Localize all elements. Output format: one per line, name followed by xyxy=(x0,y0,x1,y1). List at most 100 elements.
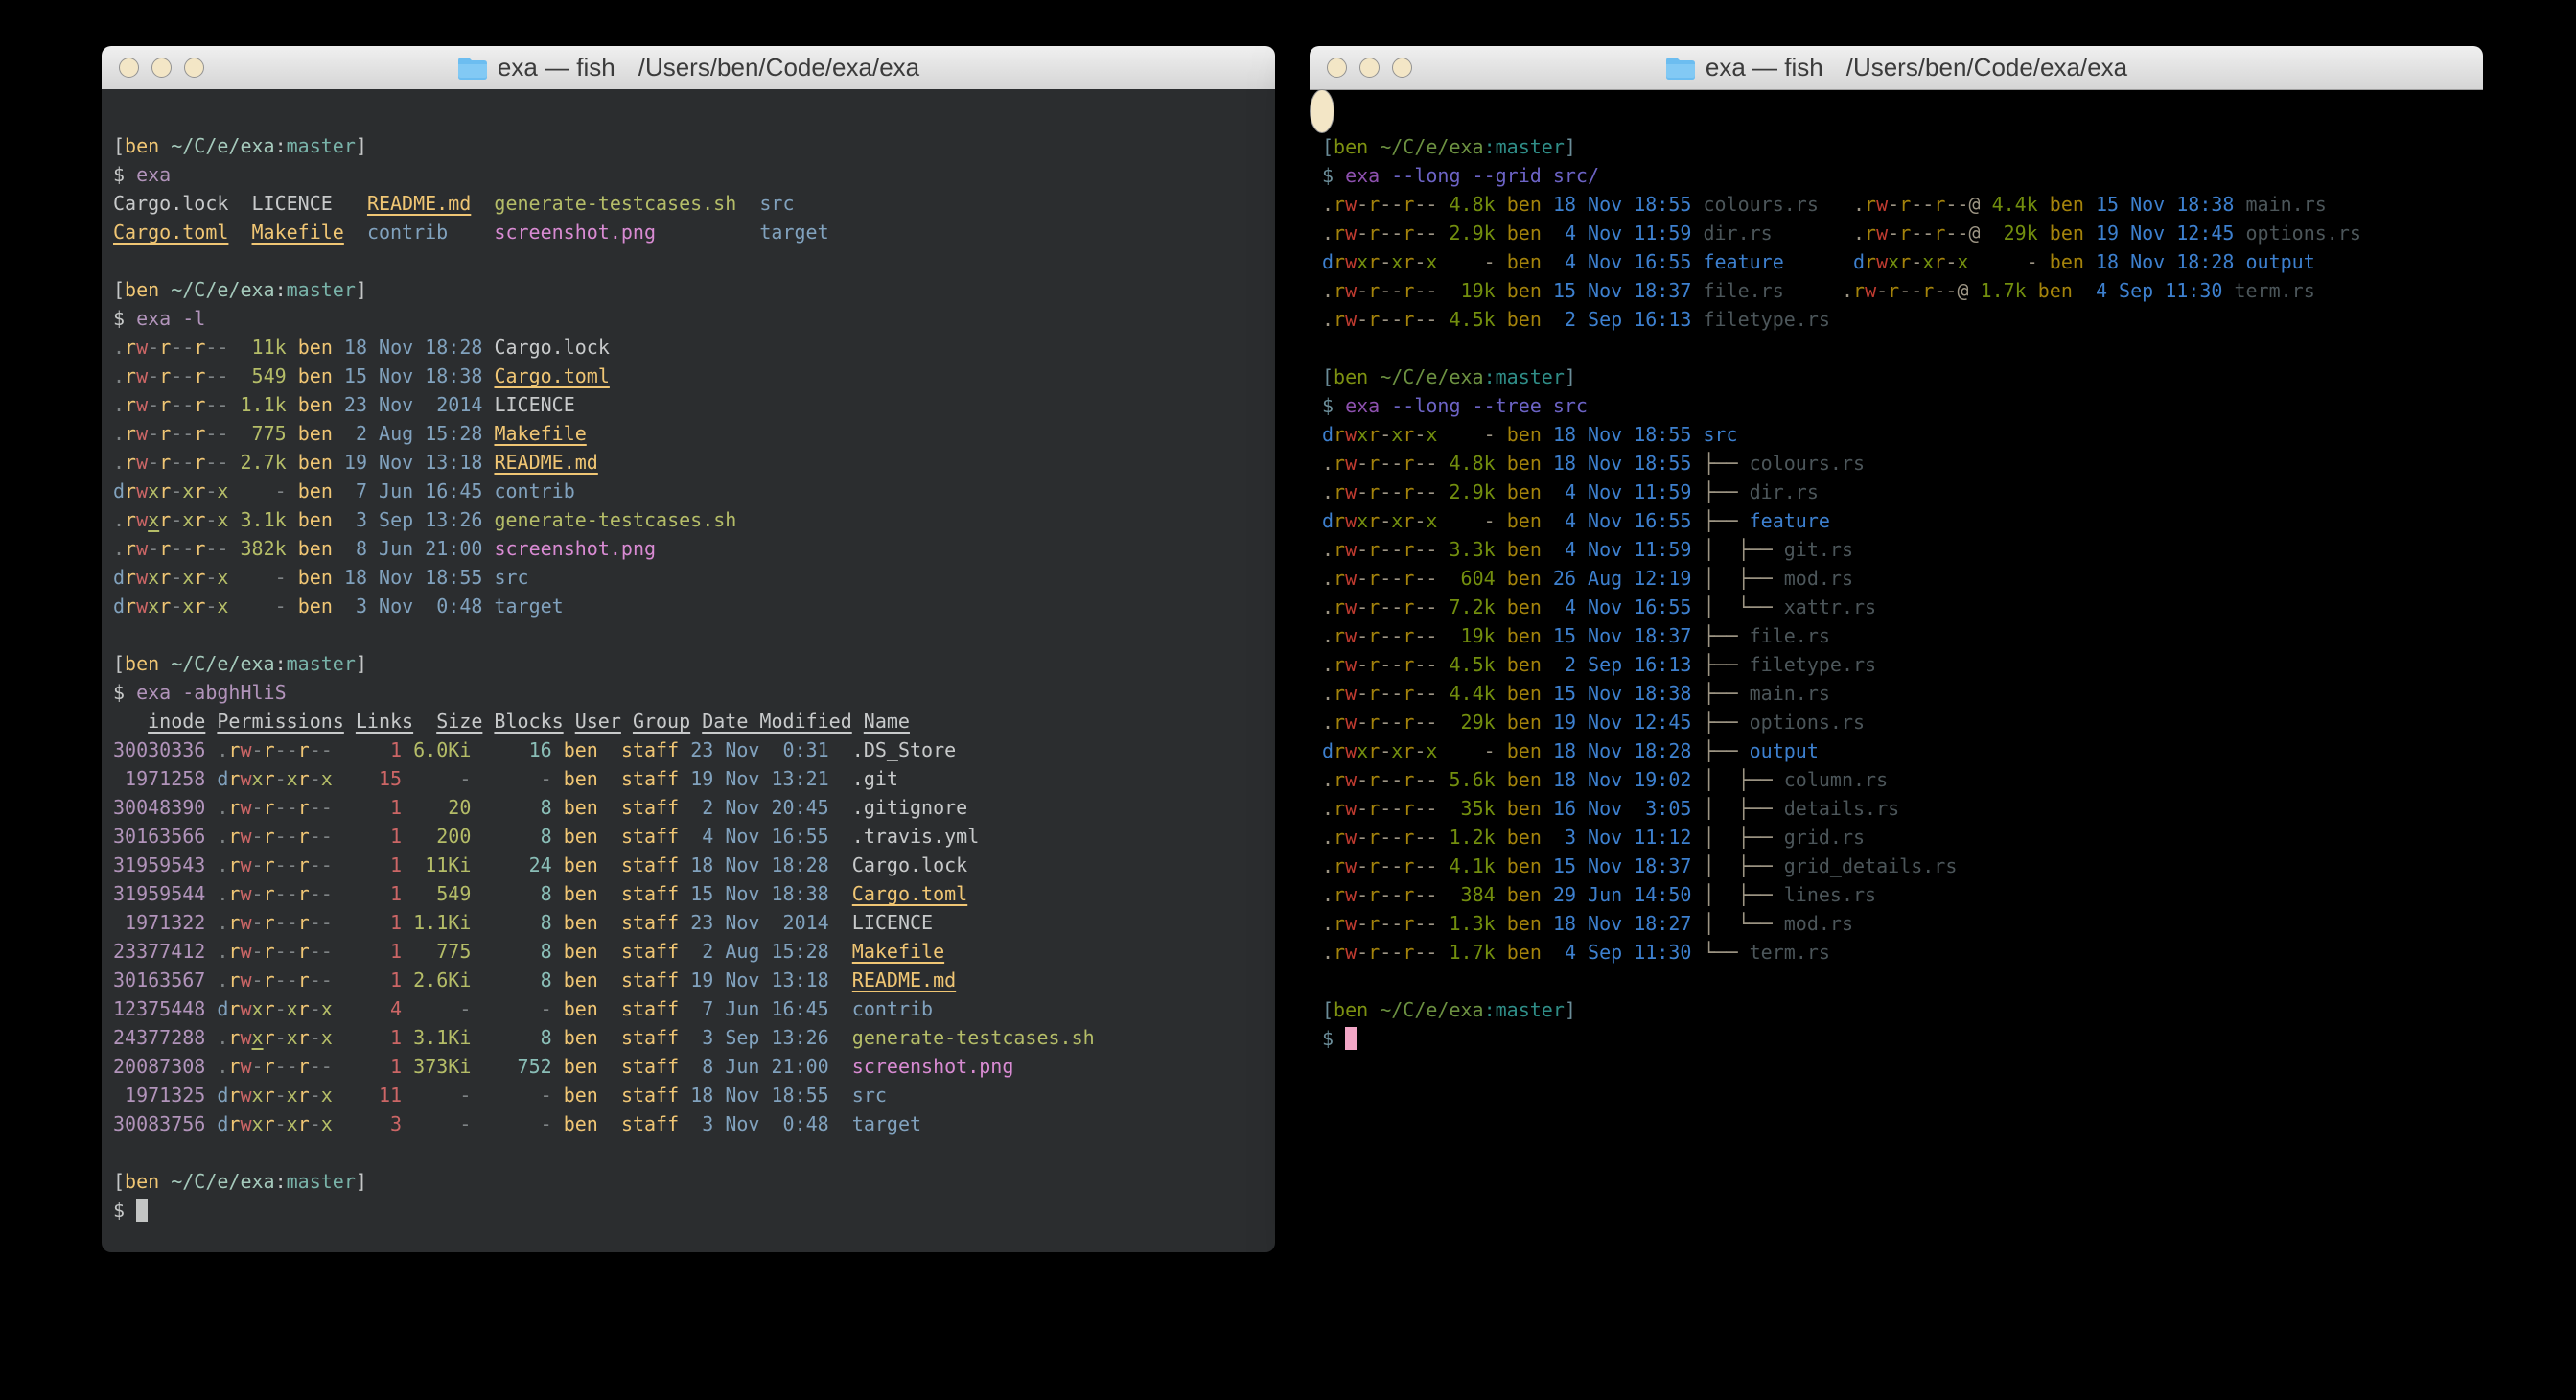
text-segment: ben xyxy=(564,882,598,905)
text-segment: 4 Nov 16:55 xyxy=(1553,509,1692,532)
permission-char: r xyxy=(194,393,205,416)
permission-char: r xyxy=(1899,193,1911,216)
permission-char: r xyxy=(1403,912,1414,935)
terminal-line: [ben ~/C/e/exa:master] xyxy=(113,275,1264,304)
text-segment: 3 Nov 11:12 xyxy=(1553,826,1692,849)
permission-char: - xyxy=(1911,222,1922,245)
text-segment xyxy=(1368,998,1380,1021)
permission-char: r xyxy=(1334,797,1345,820)
permission-char: w xyxy=(1345,653,1357,676)
permission-char: w xyxy=(240,997,251,1020)
minimize-button[interactable] xyxy=(1359,58,1380,78)
terminal-line: 30163566 .rw-r--r-- 1 200 8 ben staff 4 … xyxy=(113,822,1264,851)
text-segment: └── xyxy=(1703,941,1749,964)
terminal-line: .rwxr-xr-x 3.1k ben 3 Sep 13:26 generate… xyxy=(113,505,1264,534)
permission-char: - xyxy=(1357,624,1368,647)
text-segment xyxy=(205,1112,217,1135)
permission-char: x xyxy=(252,767,264,790)
text-segment: 1 xyxy=(344,940,402,963)
permission-char: - xyxy=(1414,250,1426,273)
permission-char: - xyxy=(1414,941,1426,964)
text-segment: 4 Nov 16:55 xyxy=(690,825,829,848)
text-segment xyxy=(1437,854,1449,877)
permission-char: - xyxy=(1391,768,1403,791)
permission-char: - xyxy=(1911,250,1922,273)
text-segment xyxy=(829,796,852,819)
permission-char: - xyxy=(1945,250,1957,273)
text-segment xyxy=(1496,538,1507,561)
text-segment xyxy=(1691,826,1703,849)
text-segment: Blocks xyxy=(494,710,563,733)
permission-char: - xyxy=(1357,768,1368,791)
text-segment: ben xyxy=(298,422,333,445)
text-segment: - xyxy=(241,595,287,618)
text-segment xyxy=(1496,941,1507,964)
text-segment xyxy=(1368,135,1380,158)
text-segment: 15 Nov 18:37 xyxy=(1553,624,1692,647)
text-segment: ben xyxy=(564,853,598,876)
right-titlebar[interactable]: exa — fish/Users/ben/Code/exa/exa xyxy=(1310,46,2483,90)
permission-char: - xyxy=(1380,222,1391,245)
text-segment: Permissions xyxy=(217,710,343,733)
zoom-button[interactable] xyxy=(1392,58,1412,78)
text-segment: 775 xyxy=(413,940,471,963)
text-segment xyxy=(1437,567,1449,590)
permission-char: - xyxy=(1426,567,1437,590)
minimize-button[interactable] xyxy=(151,58,172,78)
text-segment: ben xyxy=(564,796,598,819)
permission-char: w xyxy=(1345,279,1357,302)
text-segment: ben xyxy=(1507,912,1542,935)
permission-char: - xyxy=(321,796,333,819)
permission-char: r xyxy=(1334,308,1345,331)
text-segment xyxy=(1542,768,1553,791)
permission-char: r xyxy=(1865,193,1876,216)
permission-char: r xyxy=(1403,567,1414,590)
permission-char: r xyxy=(1368,711,1380,734)
text-segment xyxy=(205,968,217,992)
text-segment: Cargo.lock xyxy=(852,853,967,876)
text-segment xyxy=(333,1112,344,1135)
text-segment xyxy=(552,997,564,1020)
permission-char: - xyxy=(1357,941,1368,964)
terminal-line: $ exa xyxy=(113,160,1264,189)
permission-char: - xyxy=(1888,222,1899,245)
text-segment: 19k xyxy=(1450,279,1496,302)
permission-char: w xyxy=(1345,452,1357,475)
permission-char: r xyxy=(1368,883,1380,906)
terminal-line: drwxr-xr-x - ben 3 Nov 0:48 target xyxy=(113,592,1264,620)
permission-char: - xyxy=(1380,883,1391,906)
zoom-button[interactable] xyxy=(184,58,204,78)
permission-char: d xyxy=(1322,739,1334,762)
permission-char: - xyxy=(205,508,217,531)
text-segment xyxy=(1496,653,1507,676)
text-segment: 19 Nov 13:21 xyxy=(690,767,829,790)
terminal-line: $ exa -l xyxy=(113,304,1264,333)
right-terminal-output[interactable]: [ben ~/C/e/exa:master]$ exa --long --gri… xyxy=(1310,89,1334,133)
text-segment: mod.rs xyxy=(1784,567,1853,590)
permission-char: r xyxy=(1334,854,1345,877)
permission-char: - xyxy=(1426,682,1437,705)
permission-char: r xyxy=(1334,222,1345,245)
permission-char: r xyxy=(194,508,205,531)
close-button[interactable] xyxy=(1327,58,1347,78)
close-button[interactable] xyxy=(119,58,139,78)
text-segment xyxy=(333,1026,344,1049)
left-terminal-output[interactable]: [ben ~/C/e/exa:master]$ exaCargo.lock LI… xyxy=(102,89,1275,1252)
text-segment xyxy=(829,738,852,761)
permission-char: r xyxy=(264,853,275,876)
permission-char: x xyxy=(321,1026,333,1049)
text-segment: file.rs xyxy=(1703,279,1783,302)
text-segment xyxy=(1496,739,1507,762)
permission-char: - xyxy=(1380,509,1391,532)
text-segment: 7 Jun 16:45 xyxy=(690,997,829,1020)
permission-char: - xyxy=(310,796,321,819)
text-segment: 373Ki xyxy=(413,1055,471,1078)
permission-char: - xyxy=(205,364,217,387)
text-segment xyxy=(471,968,482,992)
text-segment xyxy=(690,710,702,733)
text-segment xyxy=(402,738,413,761)
left-titlebar[interactable]: exa — fish/Users/ben/Code/exa/exa xyxy=(102,46,1275,90)
permission-char: r xyxy=(159,566,171,589)
text-segment xyxy=(205,853,217,876)
text-segment: 24377288 xyxy=(113,1026,205,1049)
